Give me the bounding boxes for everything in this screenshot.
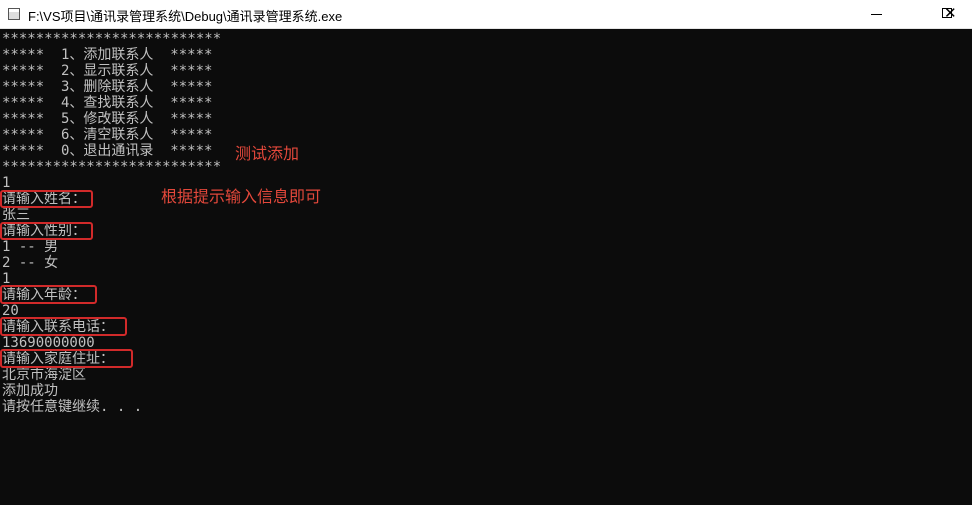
input-address: 北京市海淀区 — [2, 367, 86, 383]
menu-border-bottom: ************************** — [2, 159, 222, 175]
menu-item-show: ***** 2、显示联系人 ***** — [2, 63, 213, 79]
user-input-choice: 1 — [2, 175, 11, 191]
input-name: 张三 — [2, 207, 30, 223]
menu-item-modify: ***** 5、修改联系人 ***** — [2, 111, 213, 127]
menu-item-delete: ***** 3、删除联系人 ***** — [2, 79, 213, 95]
console-app-icon[interactable] — [8, 8, 20, 20]
annotation-hint: 根据提示输入信息即可 — [161, 187, 322, 206]
menu-border-top: ************************** — [2, 31, 222, 47]
close-button[interactable]: ✕ — [926, 0, 972, 28]
console-output[interactable]: ************************** ***** 1、添加联系人… — [0, 29, 972, 505]
highlight-box-phone — [0, 317, 127, 336]
highlight-box-address — [0, 349, 133, 368]
menu-item-add: ***** 1、添加联系人 ***** — [2, 47, 213, 63]
minimize-icon — [871, 14, 882, 15]
menu-item-clear: ***** 6、清空联系人 ***** — [2, 127, 213, 143]
annotation-test-add: 测试添加 — [235, 144, 300, 163]
title-bar[interactable]: F:\VS项目\通讯录管理系统\Debug\通讯录管理系统.exe ✕ — [0, 0, 972, 29]
console-window: F:\VS项目\通讯录管理系统\Debug\通讯录管理系统.exe ✕ ****… — [0, 0, 972, 505]
highlight-box-age — [0, 285, 97, 304]
window-title: F:\VS项目\通讯录管理系统\Debug\通讯录管理系统.exe — [28, 9, 343, 24]
minimize-button[interactable] — [854, 0, 900, 28]
status-add-success: 添加成功 — [2, 383, 58, 399]
highlight-box-name — [0, 190, 93, 208]
close-icon: ✕ — [944, 4, 957, 22]
menu-item-exit: ***** 0、退出通讯录 ***** — [2, 143, 213, 159]
gender-option-male: 1 -- 男 — [2, 239, 59, 255]
highlight-box-gender — [0, 222, 93, 240]
gender-option-female: 2 -- 女 — [2, 255, 59, 271]
press-any-key: 请按任意键继续. . . — [2, 399, 143, 415]
menu-item-find: ***** 4、查找联系人 ***** — [2, 95, 213, 111]
